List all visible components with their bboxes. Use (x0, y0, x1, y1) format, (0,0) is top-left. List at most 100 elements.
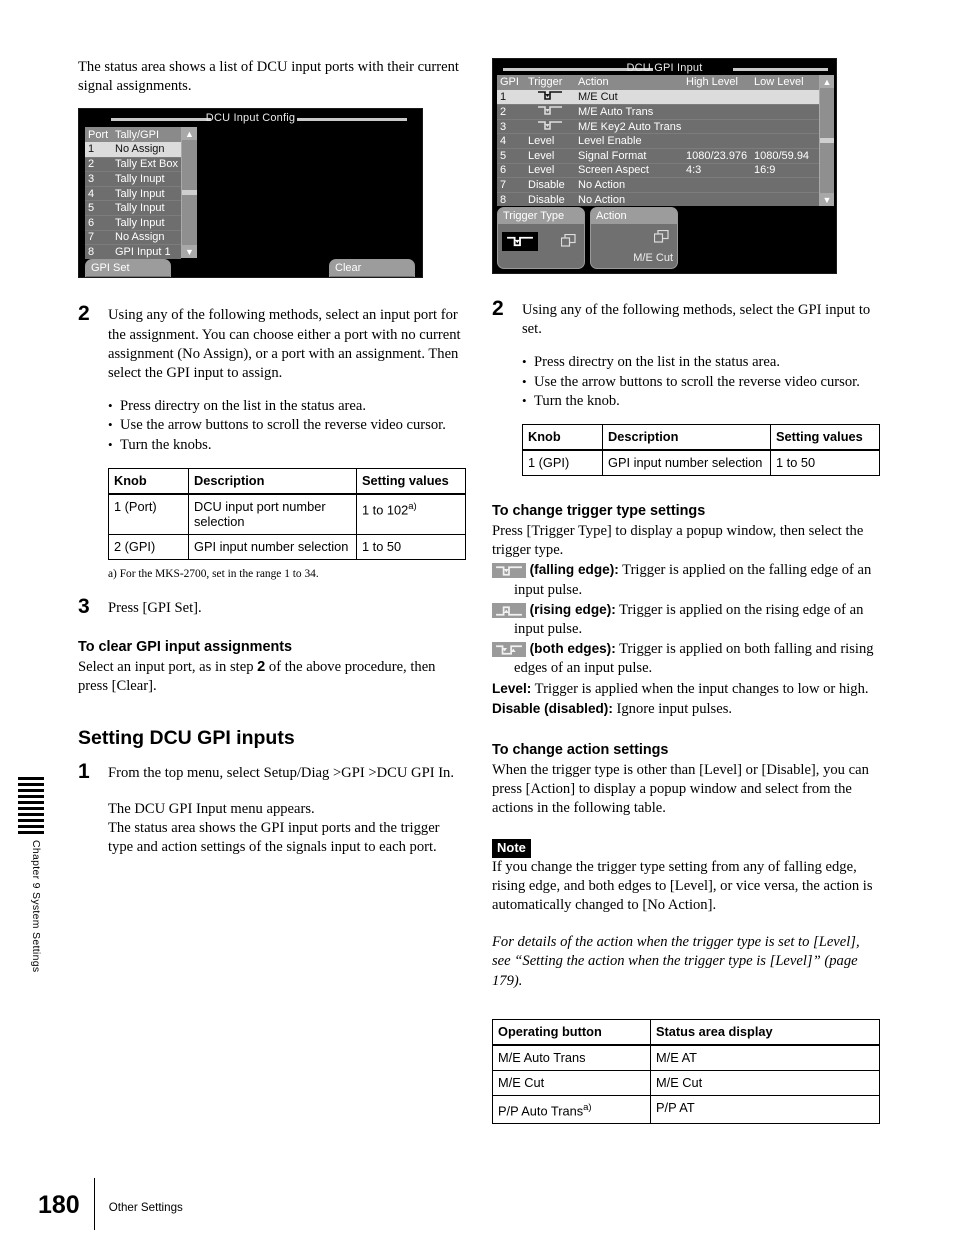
page-number: 180 (38, 1191, 80, 1219)
trigger-type-button[interactable]: Trigger Type (497, 207, 585, 269)
cell-value: Tally Input (115, 187, 165, 200)
col-description: Description (602, 424, 771, 451)
table-row[interactable]: 3 M/E Key2 Auto Trans (497, 118, 819, 134)
cell-action: M/E Cut (578, 90, 618, 103)
cell-gpi: 2 (500, 105, 507, 118)
table-row: 1 (Port) DCU input port number selection… (108, 493, 466, 535)
popup-window-icon (560, 233, 576, 252)
falling-edge-icon (502, 232, 538, 251)
list-item: Press directry on the list in the status… (522, 352, 880, 372)
list-header-row: GPI Trigger Action High Level Low Level (497, 75, 819, 90)
trigger-disable-text: Ignore input pulses. (612, 700, 733, 717)
clear-button[interactable]: Clear (329, 259, 415, 278)
step-2-text: Using any of the following methods, sele… (108, 307, 461, 382)
trigger-item-falling: (falling edge): Trigger is applied on th… (492, 560, 880, 599)
table-row[interactable]: 6 Level Screen Aspect 4:3 16:9 (497, 162, 819, 178)
cell-port: 3 (88, 172, 95, 185)
intro-paragraph: The status area shows a list of DCU inpu… (78, 59, 459, 95)
table-row[interactable]: 6 Tally Input (85, 214, 181, 230)
footnote-marker: a) (583, 1101, 592, 1113)
step-1-block: 1 From the top menu, select Setup/Diag >… (78, 760, 466, 857)
action-mapping-table: Operating button Status area display M/E… (492, 1018, 880, 1125)
port-list[interactable]: Port Tally/GPI 1 No Assign 2 Tally Ext B… (85, 127, 181, 259)
cell-value: Tally Inupt (115, 172, 165, 185)
left-column: The status area shows a list of DCU inpu… (78, 58, 466, 857)
dcu-input-config-screenshot: DCU Input Config Port Tally/GPI 1 No Ass… (78, 108, 423, 279)
cell-gpi: 5 (500, 149, 507, 162)
cell-status-display: P/P AT (650, 1094, 880, 1125)
trigger-level-label: Level: (492, 680, 532, 696)
triangle-up-icon[interactable]: ▲ (182, 127, 197, 141)
step-2-text: Using any of the following methods, sele… (522, 302, 871, 338)
table-row[interactable]: 5 Level Signal Format 1080/23.976 1080/5… (497, 147, 819, 163)
note-badge: Note (492, 838, 531, 858)
column-header-high-level: High Level (686, 76, 738, 89)
action-button[interactable]: Action M/E Cut (590, 207, 678, 269)
cell-low: 1080/59.94 (754, 149, 810, 162)
table-row[interactable]: 5 Tally Input (85, 200, 181, 215)
table-row[interactable]: 7 Disable No Action (497, 177, 819, 192)
note-text: If you change the trigger type setting f… (492, 858, 873, 914)
table-row: 1 (GPI) GPI input number selection 1 to … (522, 449, 880, 477)
clear-assignments-text: Select an input port, as in step 2 of th… (78, 658, 466, 696)
chapter-tab-label: Chapter 9 System Settings (30, 840, 42, 973)
table-row[interactable]: 1 M/E Cut (497, 89, 819, 105)
cell-trigger: Level (528, 135, 555, 148)
triangle-down-icon[interactable]: ▼ (182, 245, 197, 259)
table-row[interactable]: 3 Tally Inupt (85, 171, 181, 186)
footnote-marker: a) (408, 500, 417, 512)
triangle-up-icon[interactable]: ▲ (820, 75, 834, 88)
falling-edge-icon (525, 104, 575, 119)
cell-port: 1 (88, 143, 95, 156)
table-row[interactable]: 4 Level Level Enable (497, 133, 819, 148)
cell-action: Signal Format (578, 149, 647, 162)
cell-trigger: Level (528, 149, 555, 162)
scrollbar-thumb[interactable] (820, 138, 834, 143)
gpi-list[interactable]: GPI Trigger Action High Level Low Level … (497, 75, 819, 207)
step-2-bullets: Press directry on the list in the status… (522, 352, 880, 411)
button-caption: GPI Set (86, 260, 170, 277)
scrollbar-thumb[interactable] (182, 190, 197, 196)
col-operating-button: Operating button (492, 1018, 651, 1046)
triangle-down-icon[interactable]: ▼ (820, 193, 834, 206)
list-item: Turn the knobs. (108, 435, 466, 455)
table-row[interactable]: 1 No Assign (85, 142, 181, 157)
cell-gpi: 8 (500, 193, 507, 206)
footer-section-label: Other Settings (108, 1201, 183, 1214)
cell-gpi: 3 (500, 120, 507, 133)
cell-action: No Action (578, 178, 626, 191)
screenshot-title: DCU Input Config (205, 112, 296, 125)
column-header-port: Port (88, 128, 109, 141)
gpi-list-scrollbar[interactable]: ▲ ▼ (819, 75, 834, 206)
action-settings-heading: To change action settings (492, 742, 669, 759)
table-row[interactable]: 2 M/E Auto Trans (497, 104, 819, 119)
column-header-action: Action (578, 76, 609, 89)
falling-edge-icon (525, 119, 575, 134)
table-row[interactable]: 8 Disable No Action (497, 191, 819, 207)
trigger-disable-item: Disable (disabled): Ignore input pulses. (492, 699, 880, 719)
button-caption: Action (591, 208, 677, 224)
column-header-low-level: Low Level (754, 76, 804, 89)
col-description: Description (188, 467, 357, 495)
cell-values: 1 to 50 (356, 533, 466, 560)
list-header-row: Port Tally/GPI (85, 127, 181, 142)
table-row: M/E Auto Trans M/E AT (492, 1044, 880, 1071)
table-row[interactable]: 4 Tally Input (85, 185, 181, 201)
trigger-disable-label: Disable (disabled): (492, 700, 613, 716)
trigger-level-item: Level: Trigger is applied when the input… (492, 679, 880, 699)
cell-port: 7 (88, 231, 95, 244)
cell-port: 2 (88, 158, 95, 171)
cross-reference-text: For details of the action when the trigg… (492, 934, 860, 989)
step-number: 2 (78, 302, 90, 326)
rising-edge-icon (492, 602, 526, 618)
list-scrollbar[interactable]: ▲ ▼ (181, 127, 197, 259)
col-status-display: Status area display (650, 1018, 880, 1046)
table-row[interactable]: 2 Tally Ext Box (85, 156, 181, 172)
table-row[interactable]: 7 No Assign (85, 229, 181, 245)
col-setting-values: Setting values (770, 424, 880, 451)
table-row[interactable]: 8 GPI Input 1 (85, 244, 181, 259)
cell-description: GPI input number selection (188, 533, 357, 560)
cell-high: 1080/23.976 (686, 149, 748, 162)
gpi-set-button[interactable]: GPI Set (85, 259, 171, 278)
cell-action: M/E Key2 Auto Trans (578, 120, 682, 133)
